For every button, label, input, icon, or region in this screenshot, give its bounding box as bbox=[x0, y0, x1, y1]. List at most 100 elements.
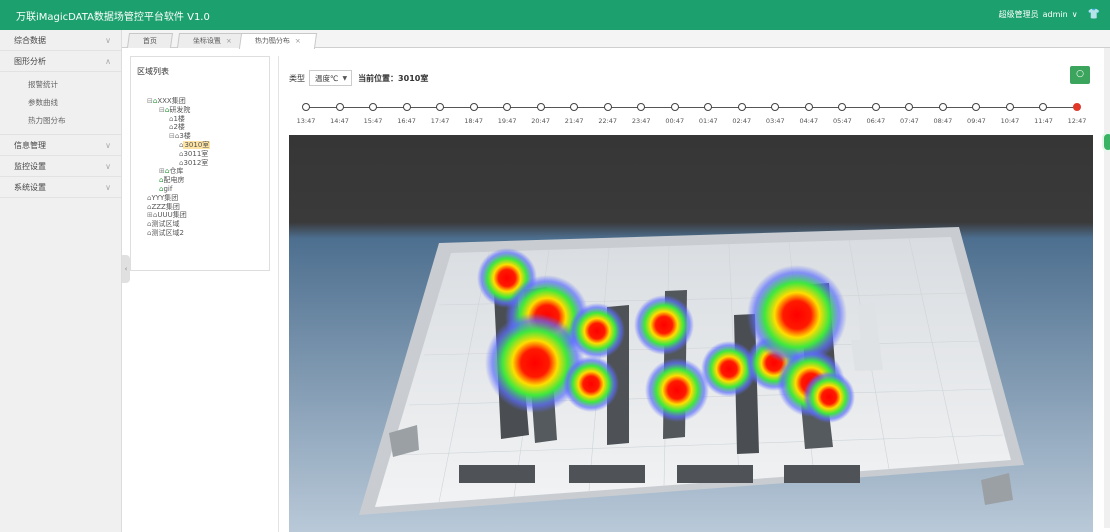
tree-node[interactable]: ⊞⌂仓库 bbox=[141, 167, 210, 176]
sidebar-item-monitor-settings[interactable]: 监控设置 ∨ bbox=[0, 156, 121, 177]
heatmap-viewport[interactable] bbox=[289, 135, 1093, 532]
timeline-label: 04:47 bbox=[799, 117, 819, 125]
timeline-dot[interactable] bbox=[804, 103, 813, 111]
sidebar-subitem-param-curve[interactable]: 参数曲线 bbox=[0, 94, 121, 112]
tree-node[interactable]: ⌂3010室 bbox=[141, 140, 211, 150]
filter-row: 类型 温度℃ ▼ 当前位置：3010室 bbox=[289, 70, 428, 86]
tree-node-label: YYY集团 bbox=[151, 193, 179, 202]
timeline-label: 23:47 bbox=[631, 117, 651, 125]
timeline-label: 13:47 bbox=[296, 117, 316, 125]
tab-label: 首页 bbox=[142, 37, 157, 45]
scrollbar[interactable] bbox=[1104, 48, 1110, 528]
timeline-dot[interactable] bbox=[1073, 103, 1081, 111]
timeline-label: 16:47 bbox=[397, 117, 416, 125]
timeline-label: 20:47 bbox=[531, 117, 551, 125]
region-list-title: 区域列表 bbox=[137, 67, 169, 76]
timeline-dot[interactable] bbox=[369, 103, 378, 111]
type-select[interactable]: 温度℃ ▼ bbox=[309, 70, 353, 86]
tab-coord-settings[interactable]: 坐标设置 × bbox=[176, 33, 248, 48]
tree-node[interactable]: ⌂gif bbox=[141, 185, 210, 194]
timeline-label: 02:47 bbox=[732, 117, 752, 125]
collapse-arrow-icon[interactable]: ‹ bbox=[122, 255, 130, 283]
timeline-label: 08:47 bbox=[933, 117, 953, 125]
timeline-dot[interactable] bbox=[1005, 103, 1014, 111]
tree-node[interactable]: ⌂配电房 bbox=[141, 176, 210, 185]
refresh-icon: ○ bbox=[1076, 69, 1084, 79]
sidebar-item-label: 综合数据 bbox=[14, 36, 46, 45]
timeline-dot[interactable] bbox=[402, 103, 411, 111]
sidebar-subitem-heatmap[interactable]: 热力图分布 bbox=[0, 112, 121, 130]
type-label: 类型 bbox=[289, 73, 305, 83]
time-slider[interactable]: 13:47 14:47 15:47 16:47 17:47 18:47 19:47 20:47… bbox=[293, 99, 1086, 131]
sidebar-item-overview[interactable]: 综合数据 ∨ bbox=[0, 30, 121, 51]
timeline-label: 01:47 bbox=[698, 117, 718, 125]
timeline-dot[interactable] bbox=[436, 103, 445, 111]
sidebar-submenu: 报警统计 参数曲线 热力图分布 bbox=[0, 72, 121, 135]
timeline-dot[interactable] bbox=[704, 103, 713, 111]
timeline-label: 19:47 bbox=[497, 117, 517, 125]
tree-node[interactable]: ⌂3011室 bbox=[141, 150, 210, 159]
floating-toggle-button[interactable] bbox=[1102, 132, 1110, 152]
current-position: 当前位置：3010室 bbox=[358, 73, 429, 83]
tree-node-label: gif bbox=[163, 184, 173, 193]
tree-node-label: UUU集团 bbox=[157, 211, 187, 220]
timeline-label: 14:47 bbox=[330, 117, 349, 125]
timeline-dot[interactable] bbox=[871, 103, 880, 111]
tree-node[interactable]: ⌂2楼 bbox=[141, 123, 210, 132]
tree-node-label: 测试区域 bbox=[151, 220, 180, 229]
timeline-dot[interactable] bbox=[670, 103, 679, 111]
user-role: 超级管理员 bbox=[998, 10, 1039, 19]
timeline-label: 17:47 bbox=[430, 117, 450, 125]
tree-node[interactable]: ⊟⌂XXX集团 bbox=[141, 97, 210, 106]
chevron-down-icon: ∨ bbox=[105, 162, 111, 171]
timeline-dot[interactable] bbox=[536, 103, 545, 111]
timeline-dot[interactable] bbox=[905, 103, 914, 111]
region-tree: ⊟⌂XXX集团 ⊟⌂研发院 ⌂1楼 ⌂2楼 ⊟⌂3楼 ⌂3010室 ⌂3011室 ⌂3012室… bbox=[141, 97, 211, 238]
user-area[interactable]: 超级管理员 admin ∨ 👕 bbox=[999, 9, 1100, 20]
timeline-dot[interactable] bbox=[603, 103, 612, 111]
tree-node-label: ZZZ集团 bbox=[151, 202, 180, 211]
timeline-dot[interactable] bbox=[637, 103, 646, 111]
timeline-dot[interactable] bbox=[972, 103, 981, 111]
timeline-dot[interactable] bbox=[570, 103, 579, 111]
shirt-icon[interactable]: 👕 bbox=[1088, 9, 1100, 20]
chevron-down-icon: ▼ bbox=[342, 74, 348, 82]
tree-node[interactable]: ⌂YYY集团 bbox=[141, 194, 210, 203]
timeline-dot[interactable] bbox=[938, 103, 947, 111]
sidebar-item-info-mgmt[interactable]: 信息管理 ∨ bbox=[0, 135, 121, 156]
timeline-label: 15:47 bbox=[363, 117, 383, 125]
tree-node-label: 1楼 bbox=[173, 114, 185, 123]
chevron-up-icon: ∧ bbox=[105, 57, 111, 66]
timeline-dot[interactable] bbox=[335, 103, 344, 111]
sidebar-item-system-settings[interactable]: 系统设置 ∨ bbox=[0, 177, 121, 198]
tree-node[interactable]: ⊟⌂研发院 bbox=[141, 106, 210, 115]
tree-node[interactable]: ⌂测试区域2 bbox=[141, 229, 210, 238]
timeline-dot[interactable] bbox=[771, 103, 780, 111]
timeline-dot[interactable] bbox=[503, 103, 512, 111]
tree-node[interactable]: ⊞⌂UUU集团 bbox=[141, 211, 210, 220]
tree-node[interactable]: ⊟⌂3楼 bbox=[141, 132, 210, 141]
timeline-label: 00:47 bbox=[665, 117, 685, 125]
tree-node[interactable]: ⌂测试区域 bbox=[141, 220, 210, 229]
sidebar-subitem-alarm-stats[interactable]: 报警统计 bbox=[0, 76, 121, 94]
timeline-dot[interactable] bbox=[838, 103, 847, 111]
tab-label: 热力图分布 bbox=[254, 37, 291, 45]
timeline-label: 06:47 bbox=[866, 117, 886, 125]
timeline-dot[interactable] bbox=[302, 103, 310, 111]
close-icon[interactable]: × bbox=[225, 34, 233, 48]
refresh-button[interactable]: ○ bbox=[1070, 66, 1090, 84]
timeline-dot[interactable] bbox=[469, 103, 478, 111]
close-icon[interactable]: × bbox=[294, 34, 302, 48]
timeline-dot[interactable] bbox=[1039, 103, 1048, 111]
tab-heatmap[interactable]: 热力图分布 × bbox=[238, 33, 317, 49]
sidebar-item-graph-analysis[interactable]: 图形分析 ∧ bbox=[0, 51, 121, 72]
timeline-dot[interactable] bbox=[737, 103, 746, 111]
top-bar: 万联iMagicDATA数据场管控平台软件 V1.0 超级管理员 admin ∨… bbox=[0, 0, 1110, 30]
tab-home[interactable]: 首页 bbox=[126, 33, 174, 48]
user-menu-caret[interactable]: ∨ bbox=[1072, 10, 1078, 19]
timeline-label: 12:47 bbox=[1067, 117, 1087, 125]
tree-node-label: 仓库 bbox=[169, 167, 184, 176]
timeline-track bbox=[306, 107, 1077, 108]
username[interactable]: admin bbox=[1043, 10, 1068, 19]
timeline-label: 03:47 bbox=[765, 117, 785, 125]
